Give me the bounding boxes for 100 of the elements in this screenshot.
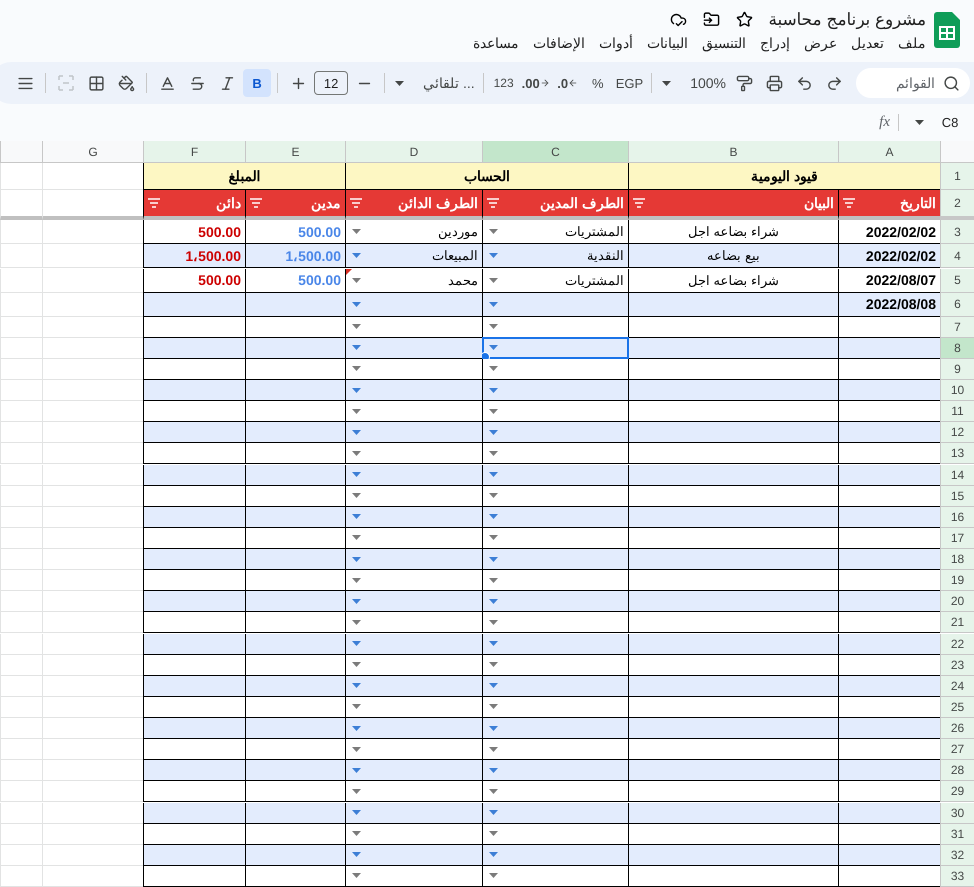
menu-item[interactable]: ملف bbox=[898, 35, 926, 51]
row-header[interactable]: 6 bbox=[940, 292, 974, 317]
print-icon[interactable] bbox=[766, 74, 782, 92]
dropdown-caret-icon[interactable] bbox=[352, 278, 361, 283]
dropdown-caret-icon[interactable] bbox=[489, 493, 498, 498]
undo-icon[interactable] bbox=[796, 74, 812, 92]
row-header[interactable]: 29 bbox=[940, 781, 974, 802]
menu-search-field[interactable]: القوائم bbox=[856, 68, 970, 98]
row-header[interactable]: 16 bbox=[940, 506, 974, 528]
row-header[interactable]: 22 bbox=[940, 634, 974, 654]
menu-item[interactable]: التنسيق bbox=[702, 35, 746, 51]
row-header[interactable]: 25 bbox=[940, 696, 974, 718]
fill-color-icon[interactable] bbox=[118, 74, 135, 92]
dropdown-caret-icon[interactable] bbox=[489, 578, 498, 583]
row-header[interactable]: 28 bbox=[940, 760, 974, 782]
row-header[interactable]: 3 bbox=[940, 220, 974, 244]
dropdown-caret-icon[interactable] bbox=[489, 535, 498, 540]
dropdown-caret-icon[interactable] bbox=[489, 229, 498, 234]
percent-button[interactable]: % bbox=[584, 69, 612, 97]
dropdown-caret-icon[interactable] bbox=[352, 324, 361, 330]
row-header[interactable]: 18 bbox=[940, 549, 974, 570]
bold-button[interactable]: B bbox=[243, 69, 272, 97]
column-header[interactable]: D bbox=[345, 141, 482, 163]
dropdown-caret-icon[interactable] bbox=[489, 662, 498, 668]
currency-button[interactable]: EGP bbox=[614, 69, 646, 97]
row-header[interactable]: 30 bbox=[940, 802, 974, 824]
folder-move-icon[interactable] bbox=[702, 11, 720, 28]
row-header[interactable]: 11 bbox=[940, 401, 974, 422]
row-header[interactable]: 20 bbox=[940, 591, 974, 612]
menu-item[interactable]: أدوات bbox=[599, 35, 633, 51]
column-header[interactable]: C bbox=[482, 141, 628, 163]
row-header[interactable]: 23 bbox=[940, 654, 974, 676]
redo-icon[interactable] bbox=[826, 74, 842, 92]
dropdown-caret-icon[interactable] bbox=[489, 620, 498, 625]
dropdown-caret-icon[interactable] bbox=[352, 873, 361, 878]
column-header[interactable]: G bbox=[42, 141, 143, 163]
menu-item[interactable]: إدراج bbox=[760, 35, 790, 51]
column-header[interactable]: A bbox=[838, 141, 940, 163]
dropdown-caret-icon[interactable] bbox=[352, 620, 361, 625]
row-header[interactable]: 13 bbox=[940, 443, 974, 464]
row-header[interactable]: 9 bbox=[940, 358, 974, 380]
dropdown-caret-icon[interactable] bbox=[395, 80, 404, 86]
menu-item[interactable]: مساعدة bbox=[473, 35, 519, 51]
row-header[interactable]: 32 bbox=[940, 844, 974, 866]
dropdown-caret-icon[interactable] bbox=[662, 80, 672, 86]
sheets-logo-icon[interactable] bbox=[934, 12, 960, 48]
dropdown-caret-icon[interactable] bbox=[915, 120, 924, 125]
dropdown-caret-icon[interactable] bbox=[352, 704, 361, 710]
row-header[interactable]: 4 bbox=[940, 244, 974, 268]
strikethrough-icon[interactable] bbox=[188, 74, 206, 92]
column-header[interactable]: E bbox=[245, 141, 345, 163]
row-header[interactable]: 19 bbox=[940, 570, 974, 592]
dropdown-caret-icon[interactable] bbox=[352, 229, 361, 234]
star-icon[interactable] bbox=[736, 11, 753, 28]
filter-icon[interactable] bbox=[843, 198, 855, 208]
filter-icon[interactable] bbox=[350, 198, 362, 208]
dropdown-caret-icon[interactable] bbox=[489, 788, 498, 794]
row-header[interactable]: 10 bbox=[940, 380, 974, 402]
zoom-select[interactable]: 100% bbox=[688, 69, 728, 97]
filter-icon[interactable] bbox=[148, 198, 160, 208]
row-header[interactable]: 5 bbox=[940, 268, 974, 293]
row-header[interactable]: 7 bbox=[940, 316, 974, 338]
filter-icon[interactable] bbox=[487, 198, 499, 208]
font-size-field[interactable]: 12 bbox=[314, 71, 348, 95]
row-header[interactable]: 27 bbox=[940, 739, 974, 760]
borders-icon[interactable] bbox=[88, 74, 105, 92]
row-header[interactable]: 8 bbox=[940, 338, 974, 359]
row-header[interactable]: 15 bbox=[940, 486, 974, 507]
cloud-check-icon[interactable] bbox=[670, 11, 687, 28]
row-header[interactable]: 24 bbox=[940, 676, 974, 697]
dropdown-caret-icon[interactable] bbox=[489, 324, 498, 330]
menu-item[interactable]: تعديل bbox=[851, 35, 884, 51]
dropdown-caret-icon[interactable] bbox=[489, 704, 498, 710]
row-header[interactable]: 2 bbox=[940, 190, 974, 220]
column-header[interactable]: F bbox=[143, 141, 245, 163]
dropdown-caret-icon[interactable] bbox=[489, 366, 498, 372]
dropdown-caret-icon[interactable] bbox=[352, 535, 361, 540]
row-header[interactable]: 21 bbox=[940, 612, 974, 634]
row-header[interactable]: 1 bbox=[940, 163, 974, 190]
row-header[interactable]: 31 bbox=[940, 824, 974, 845]
dropdown-caret-icon[interactable] bbox=[352, 788, 361, 794]
row-header[interactable]: 12 bbox=[940, 422, 974, 444]
number-format-button[interactable]: 123 bbox=[490, 69, 518, 97]
column-header[interactable]: B bbox=[628, 141, 838, 163]
row-header[interactable]: 33 bbox=[940, 866, 974, 887]
document-title[interactable]: مشروع برنامج محاسبة bbox=[768, 9, 926, 30]
filter-icon[interactable] bbox=[633, 198, 645, 208]
menu-item[interactable]: عرض bbox=[804, 35, 837, 51]
dropdown-caret-icon[interactable] bbox=[489, 873, 498, 878]
row-header[interactable]: 17 bbox=[940, 528, 974, 549]
dropdown-caret-icon[interactable] bbox=[352, 493, 361, 498]
row-header[interactable]: 26 bbox=[940, 718, 974, 739]
name-box[interactable]: C8 bbox=[932, 115, 968, 130]
text-color-icon[interactable] bbox=[158, 74, 176, 92]
font-select[interactable]: تلقائي ... bbox=[421, 69, 477, 97]
dropdown-caret-icon[interactable] bbox=[489, 278, 498, 283]
dropdown-caret-icon[interactable] bbox=[352, 746, 361, 752]
filter-icon[interactable] bbox=[250, 198, 262, 208]
row-header[interactable]: 14 bbox=[940, 464, 974, 486]
increase-decimal-button[interactable]: .00 bbox=[520, 69, 552, 97]
